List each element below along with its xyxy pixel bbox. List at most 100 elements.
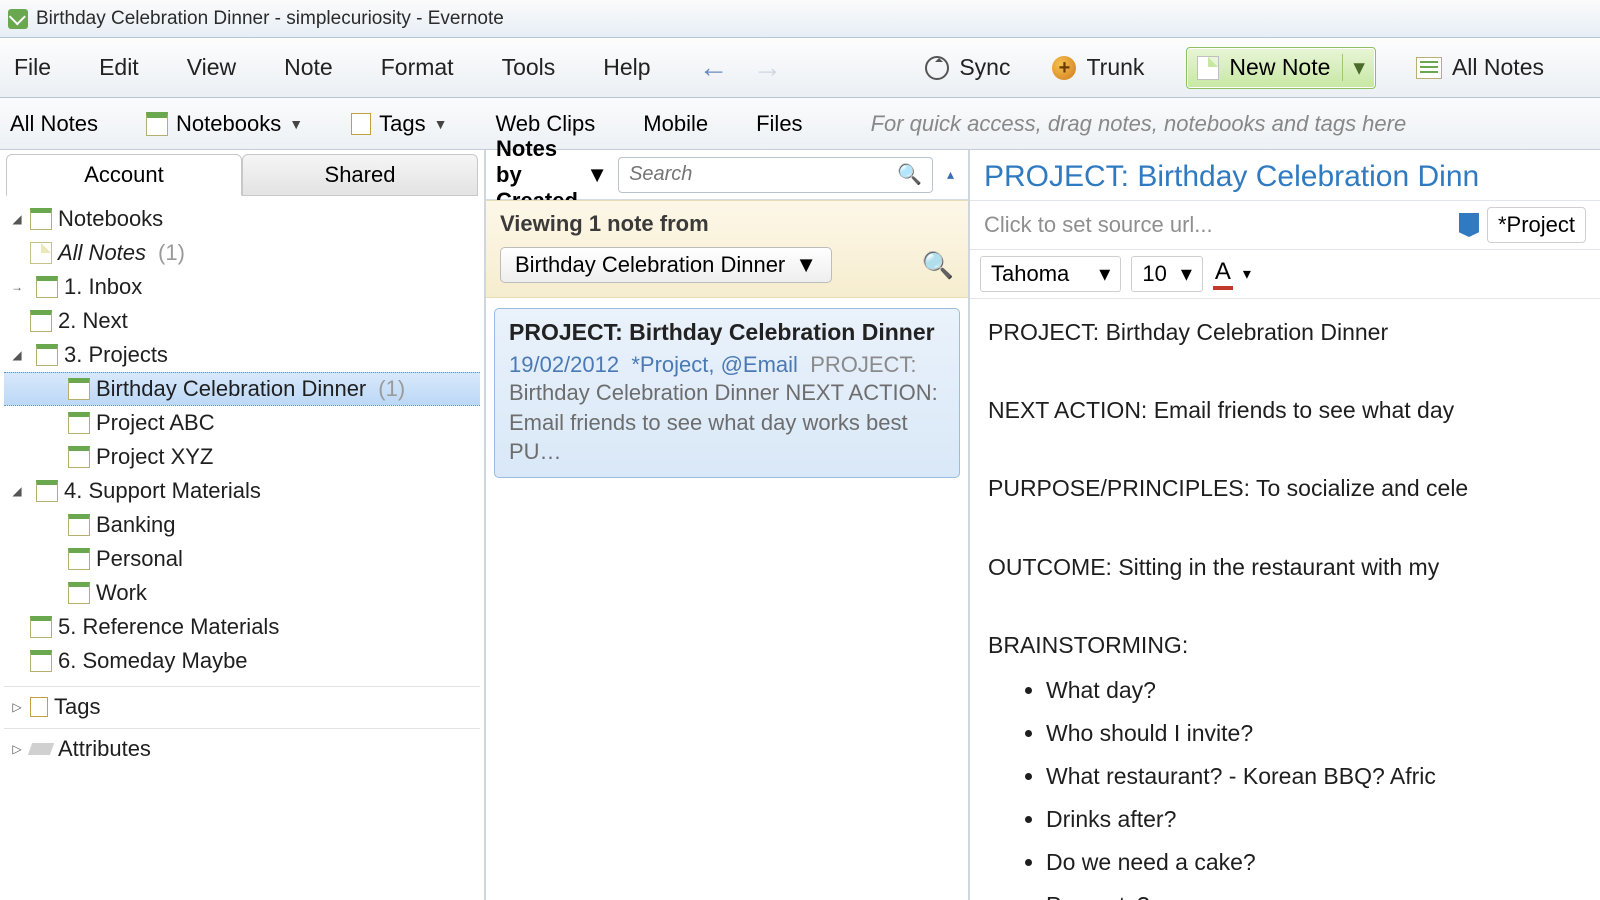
menu-format[interactable]: Format [381, 54, 454, 81]
new-note-button[interactable]: New Note ▾ [1186, 47, 1376, 89]
chevron-down-icon: ▼ [795, 252, 817, 278]
menu-edit[interactable]: Edit [99, 54, 139, 81]
viewing-notebook-dropdown[interactable]: Birthday Celebration Dinner▼ [500, 247, 832, 283]
note-list-panel: Notes by Created▼ 🔍 ▴ Viewing 1 note fro… [486, 150, 970, 900]
expand-icon[interactable]: ▷ [10, 742, 24, 756]
tree-projects[interactable]: ◢3. Projects [4, 338, 480, 372]
tab-account[interactable]: Account [6, 154, 242, 196]
collapse-icon[interactable]: ◢ [10, 212, 24, 226]
tree-support[interactable]: ◢4. Support Materials [4, 474, 480, 508]
source-url-field[interactable]: Click to set source url... [984, 212, 1451, 238]
tag-icon[interactable] [1459, 213, 1479, 237]
filter-tags[interactable]: Tags▼ [351, 111, 447, 137]
notebook-icon [30, 616, 52, 638]
note-line: PROJECT: Birthday Celebration Dinner [988, 313, 1582, 352]
notebook-tree: ◢Notebooks All Notes(1) →1. Inbox 2. Nex… [0, 196, 484, 900]
all-notes-icon [1416, 57, 1442, 79]
collapse-icon[interactable]: ◢ [10, 484, 24, 498]
sync-icon [925, 56, 949, 80]
chevron-down-icon: ▾ [1099, 261, 1110, 287]
trunk-icon [1052, 56, 1076, 80]
tree-project-birthday[interactable]: Birthday Celebration Dinner(1) [4, 372, 480, 406]
tree-next[interactable]: 2. Next [4, 304, 480, 338]
notebook-icon [68, 582, 90, 604]
expand-icon[interactable]: ▷ [10, 700, 24, 714]
filter-all-notes[interactable]: All Notes [10, 111, 98, 137]
note-editor: PROJECT: Birthday Celebration Dinn Click… [970, 150, 1600, 900]
tag-icon [351, 113, 371, 135]
note-body[interactable]: PROJECT: Birthday Celebration Dinner NEX… [970, 299, 1600, 900]
all-notes-button[interactable]: All Notes [1416, 54, 1544, 81]
trunk-label: Trunk [1086, 54, 1144, 81]
tree-reference[interactable]: 5. Reference Materials [4, 610, 480, 644]
menu-note[interactable]: Note [284, 54, 333, 81]
chevron-down-icon[interactable]: ▾ [1243, 264, 1251, 284]
chevron-down-icon: ▾ [1181, 261, 1192, 287]
note-card-tags: *Project, @Email [631, 352, 798, 377]
font-color-button[interactable]: A [1213, 258, 1233, 290]
filter-mobile[interactable]: Mobile [643, 111, 708, 137]
tree-inbox[interactable]: →1. Inbox [4, 270, 480, 304]
tree-project-abc[interactable]: Project ABC [4, 406, 480, 440]
note-tag[interactable]: *Project [1487, 207, 1586, 243]
sync-button[interactable]: Sync [925, 54, 1010, 81]
filter-files[interactable]: Files [756, 111, 802, 137]
notebook-icon [30, 310, 52, 332]
list-item: What day? [1046, 671, 1582, 710]
font-size-dropdown[interactable]: 10▾ [1131, 256, 1203, 292]
sync-label: Sync [959, 54, 1010, 81]
menu-tools[interactable]: Tools [502, 54, 556, 81]
tree-notebooks[interactable]: ◢Notebooks [4, 202, 480, 236]
search-icon[interactable]: 🔍 [897, 162, 922, 187]
notebook-icon [68, 378, 90, 400]
filter-web-clips[interactable]: Web Clips [495, 111, 595, 137]
filter-notebooks[interactable]: Notebooks▼ [146, 111, 303, 137]
sidebar-tabs: Account Shared [6, 154, 478, 196]
menu-view[interactable]: View [187, 54, 236, 81]
notebook-icon [68, 446, 90, 468]
new-note-icon [1197, 56, 1219, 80]
tree-personal[interactable]: Personal [4, 542, 480, 576]
search-scope-icon[interactable]: 🔍 [922, 250, 954, 281]
notebook-icon [68, 548, 90, 570]
notebook-icon [30, 650, 52, 672]
search-box[interactable]: 🔍 [618, 157, 933, 193]
list-item: Drinks after? [1046, 800, 1582, 839]
new-note-dropdown[interactable]: ▾ [1342, 54, 1365, 81]
chevron-down-icon: ▼ [586, 162, 608, 188]
nav-back-icon[interactable]: ← [699, 51, 729, 85]
list-item: What restaurant? - Korean BBQ? Afric [1046, 757, 1582, 796]
note-card[interactable]: PROJECT: Birthday Celebration Dinner 19/… [494, 308, 960, 478]
notebook-icon [30, 208, 52, 230]
note-line: PURPOSE/PRINCIPLES: To socialize and cel… [988, 469, 1582, 508]
note-line: NEXT ACTION: Email friends to see what d… [988, 391, 1582, 430]
tree-someday[interactable]: 6. Someday Maybe [4, 644, 480, 678]
notebook-icon [36, 344, 58, 366]
list-item: Presents? [1046, 886, 1582, 900]
viewing-label: Viewing 1 note from [500, 211, 954, 237]
sidebar: Account Shared ◢Notebooks All Notes(1) →… [0, 150, 486, 900]
favorites-placeholder: For quick access, drag notes, notebooks … [871, 111, 1407, 137]
trunk-button[interactable]: Trunk [1052, 54, 1144, 81]
note-title[interactable]: PROJECT: Birthday Celebration Dinn [984, 160, 1586, 194]
collapse-icon[interactable]: ▴ [943, 166, 958, 183]
expand-icon[interactable]: → [10, 280, 24, 294]
menu-help[interactable]: Help [603, 54, 650, 81]
list-item: Do we need a cake? [1046, 843, 1582, 882]
menu-file[interactable]: File [14, 54, 51, 81]
tree-tags[interactable]: ▷Tags [4, 686, 480, 720]
collapse-icon[interactable]: ◢ [10, 348, 24, 362]
search-input[interactable] [629, 163, 897, 186]
tree-work[interactable]: Work [4, 576, 480, 610]
note-line: OUTCOME: Sitting in the restaurant with … [988, 548, 1582, 587]
tree-attributes[interactable]: ▷Attributes [4, 728, 480, 762]
window-title: Birthday Celebration Dinner - simplecuri… [36, 8, 504, 30]
tree-project-xyz[interactable]: Project XYZ [4, 440, 480, 474]
nav-forward-icon[interactable]: → [753, 51, 783, 85]
tab-shared[interactable]: Shared [242, 154, 478, 196]
notebook-icon [146, 112, 168, 136]
font-family-dropdown[interactable]: Tahoma▾ [980, 256, 1121, 292]
tree-banking[interactable]: Banking [4, 508, 480, 542]
nav-arrows: ← → [699, 51, 783, 85]
tree-all-notes[interactable]: All Notes(1) [4, 236, 480, 270]
